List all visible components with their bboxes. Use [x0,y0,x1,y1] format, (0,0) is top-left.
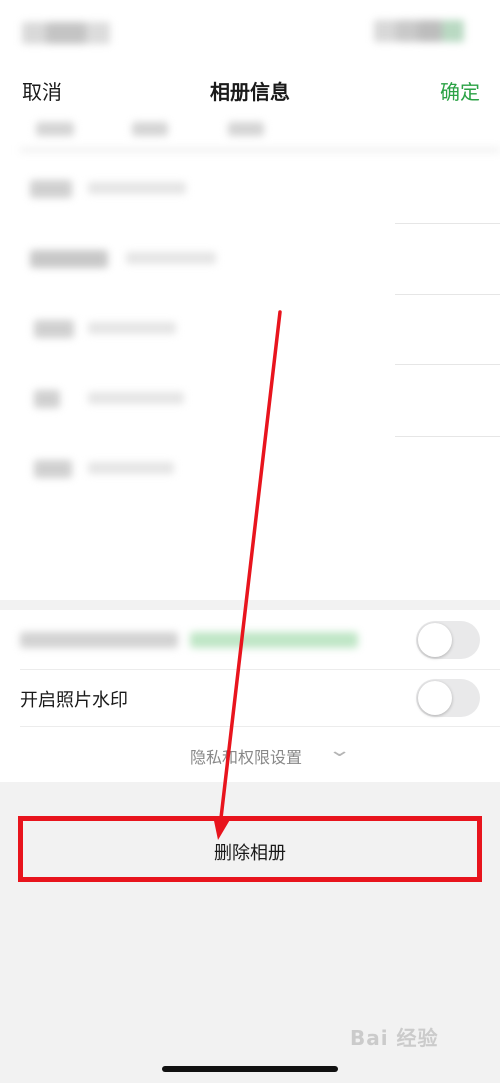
privacy-settings-toggle[interactable]: 隐私和权限设置 ⌄ [0,728,500,782]
privacy-settings-label: 隐私和权限设置 [190,748,303,767]
row-divider [395,294,500,295]
delete-album-button[interactable]: 删除相册 [18,816,482,882]
watermark-toggle[interactable] [416,679,480,717]
chevron-down-icon: ⌄ [327,740,352,761]
row-divider [395,436,500,437]
watermark-toggle-label: 开启照片水印 [20,690,128,711]
site-watermark: Bai 经验 [350,1026,439,1050]
row-divider [395,364,500,365]
album-info-blurred [0,110,500,600]
toggle-switch[interactable] [416,621,480,659]
setting-row-watermark: 开启照片水印 [0,670,500,726]
status-bar-icons [374,20,464,44]
delete-album-label: 删除相册 [214,843,286,864]
confirm-button[interactable]: 确定 [440,76,480,105]
page-title: 相册信息 [210,80,290,104]
toggle-knob [418,623,452,657]
section-separator [0,600,500,610]
row-divider [395,223,500,224]
row-divider [20,726,500,727]
home-indicator [162,1066,338,1072]
toggle-knob [418,681,452,715]
nav-bar: 取消 相册信息 确定 [0,70,500,110]
setting-row-blurred [0,612,500,668]
status-bar-time [22,22,110,44]
